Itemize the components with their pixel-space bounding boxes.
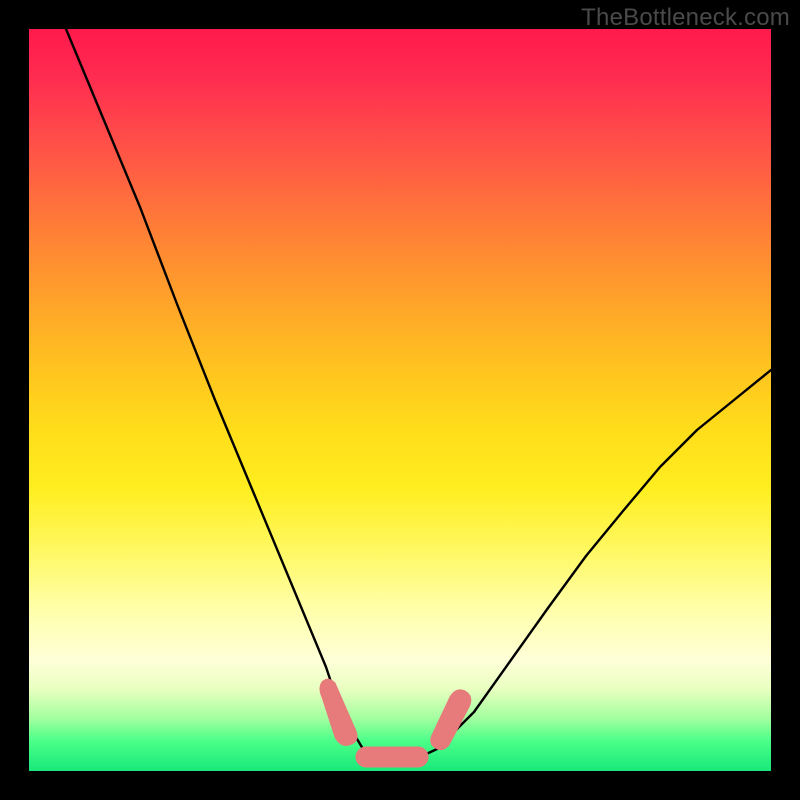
watermark-text: TheBottleneck.com bbox=[581, 4, 790, 32]
marker-group bbox=[320, 679, 471, 767]
salmon-segment-bottom bbox=[356, 747, 428, 767]
chart-frame: TheBottleneck.com bbox=[0, 0, 800, 800]
bottleneck-curve bbox=[66, 29, 771, 756]
plot-area bbox=[29, 29, 771, 771]
chart-svg bbox=[29, 29, 771, 771]
salmon-segment-left bbox=[320, 679, 357, 745]
